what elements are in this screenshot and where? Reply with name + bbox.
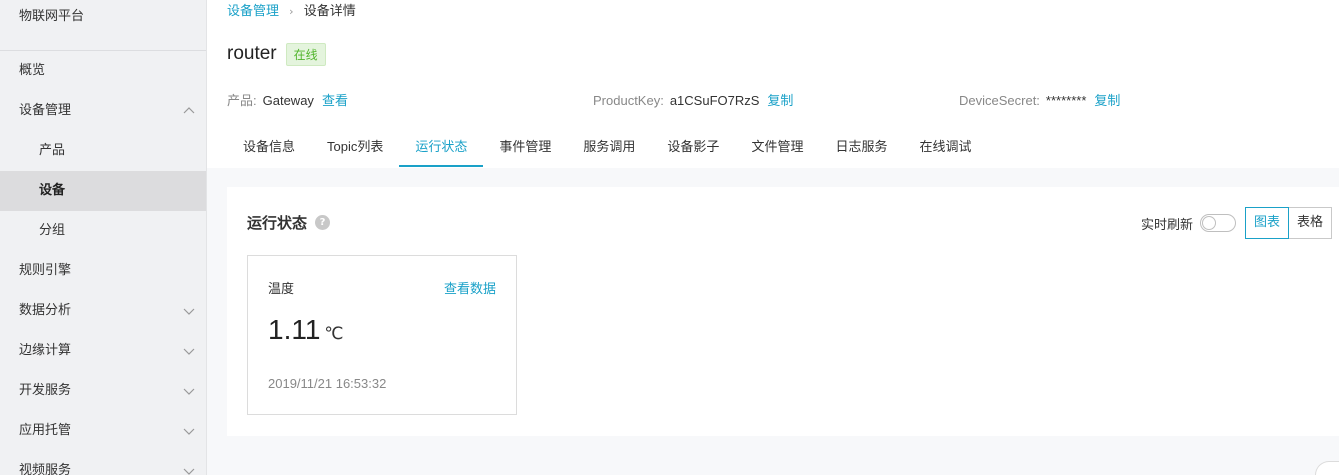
sidebar-item[interactable]: 分组 xyxy=(0,211,206,251)
sidebar-item[interactable]: 应用托管 xyxy=(0,411,206,451)
help-icon[interactable]: ? xyxy=(315,215,331,230)
panel-controls: 实时刷新 图表 表格 xyxy=(1141,207,1332,239)
sidebar-item[interactable]: 设备管理 xyxy=(0,91,206,131)
devicesecret-label: DeviceSecret: xyxy=(959,93,1040,108)
sidebar-item[interactable]: 规则引擎 xyxy=(0,251,206,291)
sidebar-item-label: 数据分析 xyxy=(19,303,72,318)
chevron-up-icon[interactable] xyxy=(182,104,196,118)
sidebar-item-label: 设备 xyxy=(39,183,66,198)
product-label: 产品: xyxy=(227,93,257,108)
table-view-button[interactable]: 表格 xyxy=(1288,207,1332,239)
productkey-value: a1CSuFO7RzS xyxy=(669,93,760,108)
sidebar-item[interactable]: 产品 xyxy=(0,131,206,171)
breadcrumb-separator-icon: › xyxy=(289,5,294,18)
device-meta: 产品: Gateway 查看 ProductKey: a1CSuFO7RzS 复制 De… xyxy=(227,91,1327,111)
status-badge: 在线 xyxy=(285,42,326,66)
device-name: router xyxy=(227,43,277,64)
sidebar-item-label: 产品 xyxy=(39,143,66,158)
property-timestamp: 2019/11/21 16:53:32 xyxy=(268,376,387,391)
device-tabs: 设备信息 Topic列表 运行状态 事件管理 服务调用 设备影子 文件管理 日志服务 在线调试 xyxy=(227,127,987,168)
tab-item[interactable]: 文件管理 xyxy=(735,127,819,167)
tab-item[interactable]: 在线调试 xyxy=(903,127,987,167)
breadcrumb-current: 设备详情 xyxy=(303,4,356,19)
chevron-down-icon[interactable] xyxy=(182,424,196,438)
sidebar-nav: 概览设备管理产品设备分组规则引擎数据分析边缘计算开发服务应用托管视频服务 xyxy=(0,51,206,475)
meta-productkey: ProductKey: a1CSuFO7RzS 复制 xyxy=(593,91,793,111)
meta-product: 产品: Gateway 查看 xyxy=(227,91,348,111)
sidebar-item[interactable]: 开发服务 xyxy=(0,371,206,411)
sidebar-item-label: 应用托管 xyxy=(19,423,72,438)
sidebar-item-label: 边缘计算 xyxy=(19,343,72,358)
realtime-refresh-toggle[interactable] xyxy=(1199,214,1236,232)
sidebar-item-label: 规则引擎 xyxy=(19,263,72,278)
breadcrumb: 设备管理 › 设备详情 xyxy=(227,2,356,22)
meta-devicesecret: DeviceSecret: ******** 复制 xyxy=(959,91,1120,111)
sidebar-item-label: 开发服务 xyxy=(19,383,72,398)
sidebar-item[interactable]: 设备 xyxy=(0,171,206,211)
product-value: Gateway xyxy=(262,93,314,108)
chevron-down-icon[interactable] xyxy=(182,304,196,318)
copy-devicesecret-link[interactable]: 复制 xyxy=(1094,93,1120,108)
panel-title: 运行状态 ? xyxy=(247,212,331,233)
breadcrumb-device-management[interactable]: 设备管理 xyxy=(227,4,279,19)
platform-title: 物联网平台 xyxy=(0,0,206,51)
sidebar-item[interactable]: 数据分析 xyxy=(0,291,206,331)
tab-item[interactable]: Topic列表 xyxy=(311,127,399,167)
copy-productkey-link[interactable]: 复制 xyxy=(767,93,793,108)
sidebar-item[interactable]: 视频服务 xyxy=(0,451,206,475)
sidebar-item[interactable]: 概览 xyxy=(0,51,206,91)
property-card-temperature: 温度 查看数据 1.11 ℃ 2019/11/21 16:53:32 xyxy=(247,255,517,415)
sidebar-item-label: 分组 xyxy=(39,223,66,238)
runtime-status-panel: 运行状态 ? 实时刷新 图表 表格 温度 查看数据 1.11 ℃ 2019/11… xyxy=(227,187,1339,436)
property-label: 温度 xyxy=(268,282,295,297)
view-data-link[interactable]: 查看数据 xyxy=(444,278,496,297)
main-area: 设备管理 › 设备详情 router 在线 产品: Gateway 查看 Produ… xyxy=(207,0,1339,475)
toggle-knob xyxy=(1201,216,1216,230)
chevron-down-icon[interactable] xyxy=(182,464,196,475)
tab-item[interactable]: 日志服务 xyxy=(819,127,903,167)
chart-view-button[interactable]: 图表 xyxy=(1244,207,1289,239)
realtime-refresh-label: 实时刷新 xyxy=(1140,217,1193,233)
sidebar-item-label: 视频服务 xyxy=(19,463,72,475)
productkey-label: ProductKey: xyxy=(593,93,664,108)
property-value: 1.11 ℃ xyxy=(268,314,344,346)
view-product-link[interactable]: 查看 xyxy=(322,93,348,108)
property-unit: ℃ xyxy=(324,324,344,344)
sidebar-item[interactable]: 边缘计算 xyxy=(0,331,206,371)
chevron-down-icon[interactable] xyxy=(182,344,196,358)
sidebar-item-label: 设备管理 xyxy=(19,103,72,118)
devicesecret-value: ******** xyxy=(1045,93,1087,108)
tab-item[interactable]: 服务调用 xyxy=(567,127,651,167)
panel-title-text: 运行状态 xyxy=(247,214,308,232)
tab-item[interactable]: 设备影子 xyxy=(651,127,735,167)
tab-item[interactable]: 事件管理 xyxy=(483,127,567,167)
device-header: 设备管理 › 设备详情 router 在线 产品: Gateway 查看 Produ… xyxy=(207,0,1339,168)
tab-item[interactable]: 设备信息 xyxy=(227,127,311,167)
device-title: router 在线 xyxy=(227,40,326,68)
property-value-number: 1.11 xyxy=(268,314,321,345)
tab-item[interactable]: 运行状态 xyxy=(399,127,484,167)
sidebar: 物联网平台 概览设备管理产品设备分组规则引擎数据分析边缘计算开发服务应用托管视频… xyxy=(0,0,207,475)
view-mode-switch: 图表 表格 xyxy=(1244,207,1332,239)
sidebar-item-label: 概览 xyxy=(19,63,46,78)
floating-corner-handle[interactable] xyxy=(1315,461,1339,475)
chevron-down-icon[interactable] xyxy=(182,384,196,398)
